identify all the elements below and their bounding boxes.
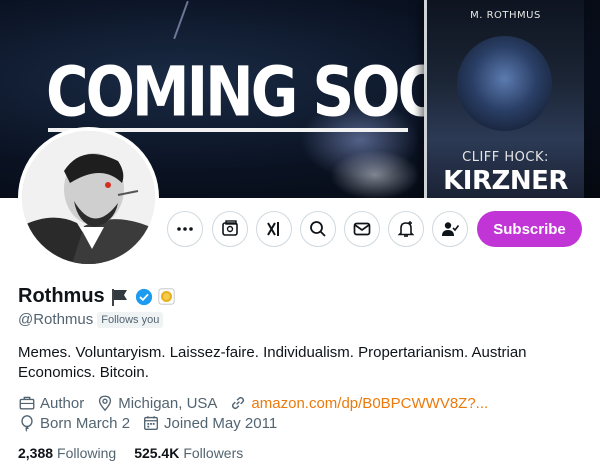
search-icon xyxy=(310,221,326,237)
name-row: Rothmus xyxy=(18,285,175,308)
search-profile-button[interactable] xyxy=(300,211,336,247)
book-art xyxy=(457,36,552,131)
joined-item: Joined May 2011 xyxy=(142,414,277,432)
balloon-icon xyxy=(21,415,33,432)
user-check-icon xyxy=(442,222,460,236)
followers-stat[interactable]: 525.4K Followers xyxy=(134,445,243,461)
location-item: Michigan, USA xyxy=(96,394,217,412)
location-label: Michigan, USA xyxy=(118,394,218,412)
profile-meta-line-1: Author Michigan, USA amazon.com/dp/B0BPC… xyxy=(18,394,500,412)
grok-icon xyxy=(222,220,238,236)
profile-actions: Subscribe xyxy=(0,211,600,247)
birthday-label: Born March 2 xyxy=(40,414,131,432)
handle-row: @Rothmus Follows you xyxy=(18,311,164,328)
xai-icon xyxy=(267,222,279,236)
follows-you-badge: Follows you xyxy=(97,311,164,328)
display-name: Rothmus xyxy=(18,285,105,307)
book-title: KIRZNER 14 xyxy=(443,166,568,198)
more-button[interactable] xyxy=(167,211,203,247)
black-flag-icon xyxy=(111,288,127,306)
follow-stats: 2,388 Following 525.4K Followers xyxy=(18,445,261,461)
more-icon xyxy=(177,227,193,231)
book-author: M. ROTHMUS xyxy=(470,10,541,21)
followers-count: 525.4K xyxy=(134,445,180,461)
joined-label: Joined May 2011 xyxy=(164,414,278,432)
birthday-item: Born March 2 xyxy=(18,414,130,432)
location-pin-icon xyxy=(99,395,112,412)
following-label: Following xyxy=(57,445,117,461)
affiliate-badge-icon[interactable] xyxy=(158,288,175,305)
message-button[interactable] xyxy=(344,211,380,247)
verified-badge-icon[interactable] xyxy=(135,288,153,306)
link-icon xyxy=(232,396,245,410)
handle: @Rothmus xyxy=(18,311,94,328)
following-count: 2,388 xyxy=(18,445,54,461)
xai-button[interactable] xyxy=(256,211,292,247)
calendar-icon xyxy=(144,416,159,430)
grok-button[interactable] xyxy=(212,211,248,247)
briefcase-icon xyxy=(19,396,35,410)
following-button[interactable] xyxy=(432,211,468,247)
book-subtitle: CLIFF HOCK: xyxy=(462,150,549,165)
message-icon xyxy=(353,222,371,236)
followers-label: Followers xyxy=(183,445,244,461)
bell-plus-icon xyxy=(397,221,415,237)
category-item: Author xyxy=(18,394,84,412)
following-stat[interactable]: 2,388 Following xyxy=(18,445,116,461)
profile-meta-line-2: Born March 2 Joined May 2011 xyxy=(18,414,289,432)
website-link[interactable]: amazon.com/dp/B0BPCWWV8Z?... xyxy=(251,395,488,412)
subscribe-button[interactable]: Subscribe xyxy=(477,211,582,247)
notify-button[interactable] xyxy=(388,211,424,247)
category-label: Author xyxy=(40,394,85,412)
website-item: amazon.com/dp/B0BPCWWV8Z?... xyxy=(229,394,488,412)
book-cover: M. ROTHMUS CLIFF HOCK: KIRZNER 14 xyxy=(424,0,584,198)
bio: Memes. Voluntaryism. Laissez-faire. Indi… xyxy=(18,344,527,381)
